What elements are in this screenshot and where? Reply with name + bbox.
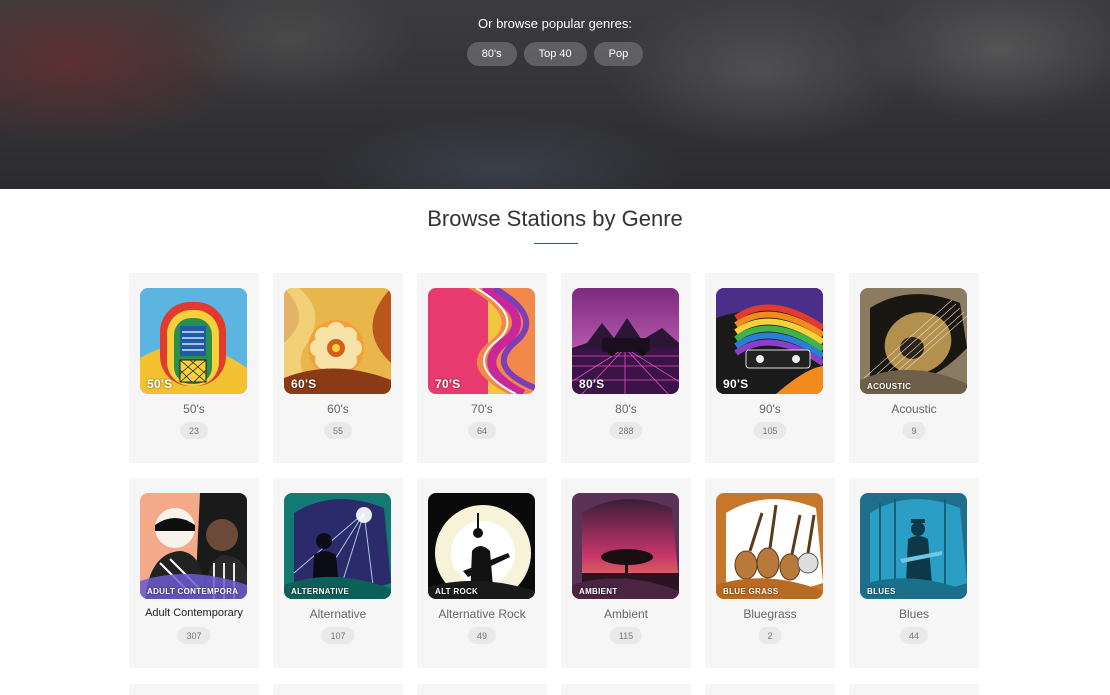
station-count-badge: 105	[753, 422, 787, 439]
genre-name: 60's	[327, 402, 349, 416]
genre-name: 90's	[759, 402, 781, 416]
genre-name: 80's	[615, 402, 637, 416]
popular-genres-heading: Or browse popular genres:	[478, 16, 632, 31]
station-count-badge: 288	[609, 422, 643, 439]
genre-card-acoustic[interactable]: ACOUSTIC Acoustic 9	[849, 273, 979, 463]
genre-art-label: 60'S	[291, 377, 317, 391]
genre-art-label: 90'S	[723, 377, 749, 391]
station-count-badge: 44	[899, 627, 929, 644]
next-row-cards-peek	[129, 684, 979, 695]
genre-art-label: ALT ROCK	[435, 587, 479, 596]
genre-pill-top40[interactable]: Top 40	[523, 42, 587, 66]
genre-card-partial[interactable]	[417, 684, 547, 695]
genre-name: Blues	[898, 607, 930, 621]
genre-art-60s-flower: 60'S	[284, 288, 391, 394]
genre-art-bluegrass-instruments: BLUE GRASS	[716, 493, 823, 599]
genre-art-label: ALTERNATIVE	[291, 587, 350, 596]
genre-art-label: 70'S	[435, 377, 461, 391]
station-count-badge: 9	[902, 422, 926, 439]
section-title: Browse Stations by Genre	[427, 206, 683, 231]
genre-art-90s-cassette: 90'S	[716, 288, 823, 394]
genre-art-alt-rock-guitarist: ALT ROCK	[428, 493, 535, 599]
popular-genre-pills: 80's Top 40 Pop	[0, 42, 1110, 66]
genre-card-blues[interactable]: BLUES Blues 44	[849, 478, 979, 668]
genre-art-label: BLUE GRASS	[723, 587, 779, 596]
station-count-badge: 107	[321, 627, 355, 644]
genre-art-acoustic-guitar: ACOUSTIC	[860, 288, 967, 394]
genre-card-partial[interactable]	[273, 684, 403, 695]
genre-name: Alternative Rock	[438, 607, 526, 621]
genre-art-label: ADULT CONTEMPORA	[147, 587, 239, 596]
genre-card-partial[interactable]	[561, 684, 691, 695]
genre-art-70s-waves: 70'S	[428, 288, 535, 394]
genre-art-label: 50'S	[147, 377, 173, 391]
genre-art-50s-jukebox: 50'S	[140, 288, 247, 394]
station-count-badge: 307	[177, 627, 211, 644]
genre-name: Ambient	[603, 607, 649, 621]
genre-card-80s[interactable]: 80'S 80's 288	[561, 273, 691, 463]
genre-name: Adult Contemporary	[145, 607, 243, 619]
genre-card-70s[interactable]: 70'S 70's 64	[417, 273, 547, 463]
genre-art-blues-player: BLUES	[860, 493, 967, 599]
genre-card-partial[interactable]	[849, 684, 979, 695]
genre-card-bluegrass[interactable]: BLUE GRASS Bluegrass 2	[705, 478, 835, 668]
station-count-badge: 49	[467, 627, 497, 644]
genre-name: Acoustic	[891, 402, 937, 416]
title-divider	[534, 243, 578, 244]
genre-art-label: 80'S	[579, 377, 605, 391]
station-count-badge: 115	[609, 627, 643, 644]
genre-card-alternative[interactable]: ALTERNATIVE Alternative 107	[273, 478, 403, 668]
genre-card-partial[interactable]	[705, 684, 835, 695]
genre-art-label: AMBIENT	[579, 587, 618, 596]
genre-art-label: ACOUSTIC	[867, 382, 912, 391]
genre-card-90s[interactable]: 90'S 90's 105	[705, 273, 835, 463]
station-count-badge: 2	[758, 627, 782, 644]
genre-name: Bluegrass	[743, 607, 797, 621]
genre-name: Alternative	[309, 607, 367, 621]
genre-pill-80s[interactable]: 80's	[466, 42, 517, 66]
genre-card-partial[interactable]	[129, 684, 259, 695]
genre-art-ambient-tree: AMBIENT	[572, 493, 679, 599]
genre-card-60s[interactable]: 60'S 60's 55	[273, 273, 403, 463]
genre-art-label: BLUES	[867, 587, 896, 596]
hero-banner: Or browse popular genres: 80's Top 40 Po…	[0, 0, 1110, 189]
station-count-badge: 23	[179, 422, 209, 439]
genre-card-adult-contemporary[interactable]: ADULT CONTEMPORA Adult Contemporary 307	[129, 478, 259, 668]
station-count-badge: 64	[467, 422, 497, 439]
genre-art-adult-contemporary: ADULT CONTEMPORA	[140, 493, 247, 599]
genre-name: 70's	[471, 402, 493, 416]
genre-art-alternative-silhouette: ALTERNATIVE	[284, 493, 391, 599]
genre-card-50s[interactable]: 50'S 50's 23	[129, 273, 259, 463]
genre-name: 50's	[183, 402, 205, 416]
station-count-badge: 55	[323, 422, 353, 439]
genre-card-alternative-rock[interactable]: ALT ROCK Alternative Rock 49	[417, 478, 547, 668]
genre-art-80s-synthwave: 80'S	[572, 288, 679, 394]
genre-card-ambient[interactable]: AMBIENT Ambient 115	[561, 478, 691, 668]
genre-grid: 50'S 50's 23 60'S 60's 55 70'S 70's 64 8…	[129, 273, 979, 668]
genre-pill-pop[interactable]: Pop	[593, 42, 644, 66]
